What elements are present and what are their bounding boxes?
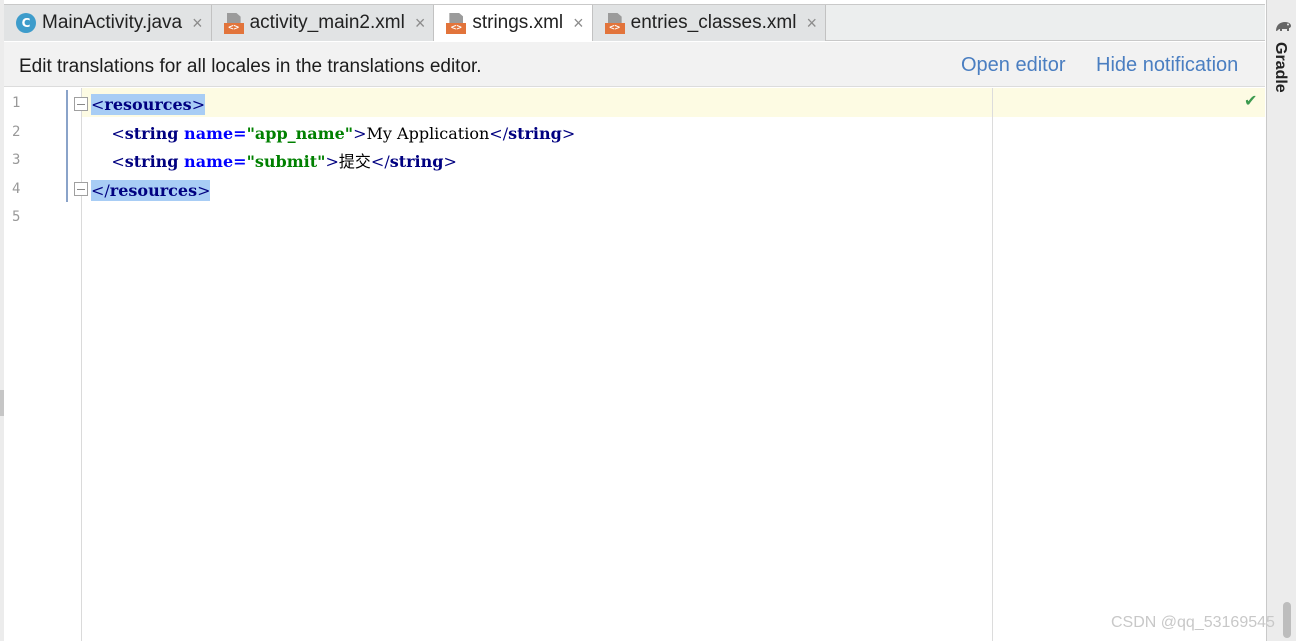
editor-tab-bar: C MainActivity.java × <> activity_main2.… (4, 4, 1265, 42)
xml-file-icon: <> (446, 12, 467, 34)
xml-file-icon: <> (604, 12, 625, 34)
xml-file-icon: <> (223, 12, 244, 34)
tab-mainactivity-java[interactable]: C MainActivity.java × (4, 5, 212, 41)
hide-notification-link[interactable]: Hide notification (1096, 54, 1238, 77)
line-number: 4 (12, 181, 21, 197)
close-icon[interactable]: × (415, 13, 426, 34)
close-icon[interactable]: × (573, 13, 584, 34)
close-icon[interactable]: × (192, 13, 203, 34)
gradle-elephant-icon (1276, 22, 1291, 31)
code-line-1: <resources> (91, 94, 206, 115)
tab-label: strings.xml (472, 12, 564, 33)
line-number: 2 (12, 124, 21, 140)
right-tool-strip: Gradle (1266, 0, 1296, 641)
code-line-3: <string name="submit">提交</string> (91, 152, 457, 171)
tab-strings-xml[interactable]: <> strings.xml × (434, 5, 593, 42)
code-line-2: <string name="app_name">My Application</… (91, 124, 576, 143)
right-margin-guide (992, 88, 993, 641)
fold-collapse-icon[interactable] (74, 97, 88, 111)
tab-label: MainActivity.java (42, 12, 183, 33)
line-number: 5 (12, 209, 21, 225)
line-number: 3 (12, 152, 21, 168)
fold-collapse-icon[interactable] (74, 182, 88, 196)
tab-entries-classes-xml[interactable]: <> entries_classes.xml × (592, 5, 826, 41)
open-editor-link[interactable]: Open editor (961, 54, 1066, 77)
gradle-tool-button[interactable]: Gradle (1271, 42, 1289, 93)
watermark: CSDN @qq_53169545 (1111, 614, 1275, 631)
code-editor[interactable]: 1 2 3 4 5 ✔ <resources> <string name="ap… (4, 88, 1265, 641)
tab-label: entries_classes.xml (630, 12, 797, 33)
translations-notification-banner: Edit translations for all locales in the… (4, 42, 1265, 87)
java-class-icon: C (16, 13, 36, 33)
scrollbar-thumb[interactable] (1283, 602, 1291, 638)
tab-activity-main2-xml[interactable]: <> activity_main2.xml × (211, 5, 435, 41)
code-line-4: </resources> (91, 180, 211, 201)
notification-text: Edit translations for all locales in the… (19, 56, 482, 77)
line-number: 1 (12, 95, 21, 111)
tab-label: activity_main2.xml (249, 12, 405, 33)
check-icon[interactable]: ✔ (1244, 91, 1257, 111)
fold-guide-line (66, 90, 68, 202)
editor-gutter: 1 2 3 4 5 (4, 88, 88, 641)
close-icon[interactable]: × (806, 13, 817, 34)
